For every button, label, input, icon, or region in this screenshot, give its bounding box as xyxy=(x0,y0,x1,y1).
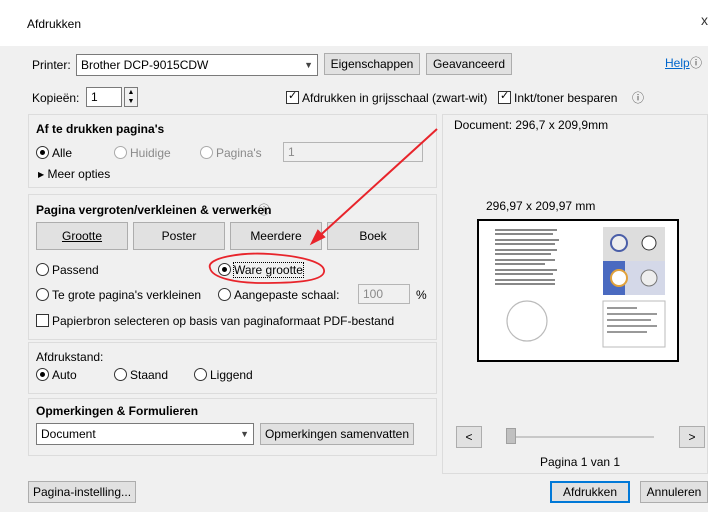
annotation-ellipse xyxy=(209,252,325,284)
annotation-arrow-line xyxy=(313,128,438,242)
annotation-overlay xyxy=(209,128,438,284)
